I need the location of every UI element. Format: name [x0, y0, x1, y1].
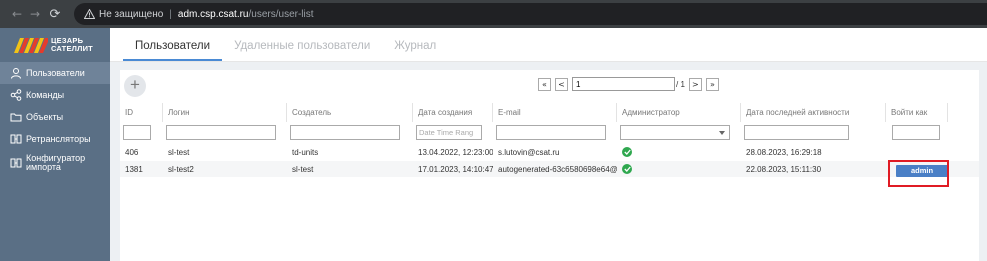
- sidebar-item-label: Пользователи: [26, 68, 85, 78]
- sidebar-item-label: Объекты: [26, 112, 64, 122]
- login-as-filter-input[interactable]: [892, 125, 940, 140]
- add-user-button[interactable]: +: [124, 75, 146, 97]
- tab-journal[interactable]: Журнал: [382, 40, 448, 61]
- cell-last-active: 22.08.2023, 15:11:30: [746, 164, 822, 174]
- page-number-input[interactable]: [572, 77, 675, 91]
- security-label: Не защищено: [99, 8, 164, 20]
- cell-email: autogenerated-63c6580698e64@cs: [498, 164, 617, 174]
- logo-text: ЦЕЗАРЬ САТЕЛЛИТ: [51, 36, 93, 53]
- import-icon: [10, 158, 22, 168]
- pagination: « < / 1 > »: [538, 77, 723, 91]
- email-filter-input[interactable]: [496, 125, 606, 140]
- column-header-login[interactable]: Логин: [163, 103, 287, 122]
- logo[interactable]: ЦЕЗАРЬ САТЕЛЛИТ: [0, 28, 110, 62]
- users-table: ID Логин Создатель Дата создания E-mail …: [120, 103, 979, 187]
- sidebar-item-users[interactable]: Пользователи: [0, 62, 110, 84]
- sidebar-item-label: Конфигуратор импорта: [26, 153, 86, 172]
- column-header-admin[interactable]: Администратор: [617, 103, 741, 122]
- check-icon: [622, 164, 632, 174]
- users-panel: + « < / 1 > » ID Логин Создатель Дата со…: [120, 70, 979, 261]
- sidebar-item-relays[interactable]: Ретрансляторы: [0, 128, 110, 150]
- cell-email: s.lutovin@csat.ru: [498, 147, 560, 157]
- chevron-down-icon: [719, 131, 725, 135]
- last-page-button[interactable]: »: [705, 77, 719, 91]
- column-header-email[interactable]: E-mail: [493, 103, 617, 122]
- sidebar-item-label: Команды: [26, 90, 65, 100]
- id-filter-input[interactable]: [123, 125, 151, 140]
- table-row[interactable]: 1381 sl-test2 sl-test 17.01.2023, 14:10:…: [120, 160, 979, 187]
- table-header: ID Логин Создатель Дата создания E-mail …: [120, 103, 979, 122]
- warning-icon: [84, 9, 95, 19]
- cell-admin: [617, 161, 741, 177]
- tab-bar: Пользователи Удаленные пользователи Журн…: [110, 28, 987, 62]
- relay-icon: [10, 134, 22, 144]
- cell-id: 1381: [125, 164, 143, 174]
- cell-login: sl-test: [168, 147, 190, 157]
- share-icon: [10, 89, 22, 101]
- login-filter-input[interactable]: [166, 125, 276, 140]
- prev-page-button[interactable]: <: [555, 77, 568, 91]
- column-header-login-as[interactable]: Войти как: [886, 103, 948, 122]
- logo-stripes-icon: [14, 37, 48, 53]
- created-date-range-input[interactable]: Date Time Rang: [416, 125, 482, 140]
- first-page-button[interactable]: «: [538, 77, 551, 91]
- cell-created: 13.04.2022, 12:23:00: [418, 147, 493, 157]
- tab-users[interactable]: Пользователи: [123, 40, 223, 61]
- back-icon[interactable]: ←: [8, 7, 26, 21]
- sidebar-item-objects[interactable]: Объекты: [0, 106, 110, 128]
- cell-creator: td-units: [292, 147, 319, 157]
- cell-admin: [617, 144, 741, 160]
- url-host: adm.csp.csat.ru: [177, 8, 249, 20]
- sidebar-item-import-configurator[interactable]: Конфигуратор импорта: [0, 150, 110, 176]
- cell-id: 406: [125, 147, 139, 157]
- sidebar-item-teams[interactable]: Команды: [0, 84, 110, 106]
- cell-created: 17.01.2023, 14:10:47: [418, 164, 493, 174]
- browser-toolbar: ← → ⟳ Не защищено | adm.csp.csat.ru /use…: [0, 0, 987, 28]
- page-total: / 1: [676, 79, 685, 89]
- next-page-button[interactable]: >: [688, 77, 702, 91]
- cell-creator: sl-test: [292, 164, 314, 174]
- creator-filter-input[interactable]: [290, 125, 400, 140]
- check-icon: [622, 147, 632, 157]
- folder-icon: [10, 113, 22, 122]
- main-content: + « < / 1 > » ID Логин Создатель Дата со…: [110, 62, 987, 261]
- tab-deleted-users[interactable]: Удаленные пользователи: [222, 40, 382, 61]
- url-path: /users/user-list: [248, 8, 314, 20]
- column-header-id[interactable]: ID: [120, 103, 163, 122]
- user-icon: [11, 68, 21, 79]
- sidebar-item-label: Ретрансляторы: [26, 134, 91, 144]
- column-header-created[interactable]: Дата создания: [413, 103, 493, 122]
- admin-filter-select[interactable]: [620, 125, 730, 140]
- filter-row: Date Time Rang: [120, 122, 979, 143]
- reload-icon[interactable]: ⟳: [46, 7, 64, 22]
- table-row[interactable]: 406 sl-test td-units 13.04.2022, 12:23:0…: [120, 143, 979, 160]
- column-header-last-active[interactable]: Дата последней активности: [741, 103, 886, 122]
- cell-login: sl-test2: [168, 164, 194, 174]
- highlight-box: [888, 160, 949, 187]
- cell-last-active: 28.08.2023, 16:29:18: [746, 147, 822, 157]
- last-active-filter-input[interactable]: [744, 125, 849, 140]
- forward-icon[interactable]: →: [26, 7, 44, 21]
- column-header-creator[interactable]: Создатель: [287, 103, 413, 122]
- address-bar[interactable]: Не защищено | adm.csp.csat.ru /users/use…: [74, 3, 987, 25]
- address-separator: |: [169, 8, 172, 20]
- sidebar: ЦЕЗАРЬ САТЕЛЛИТ Пользователи Команды Объ…: [0, 28, 110, 261]
